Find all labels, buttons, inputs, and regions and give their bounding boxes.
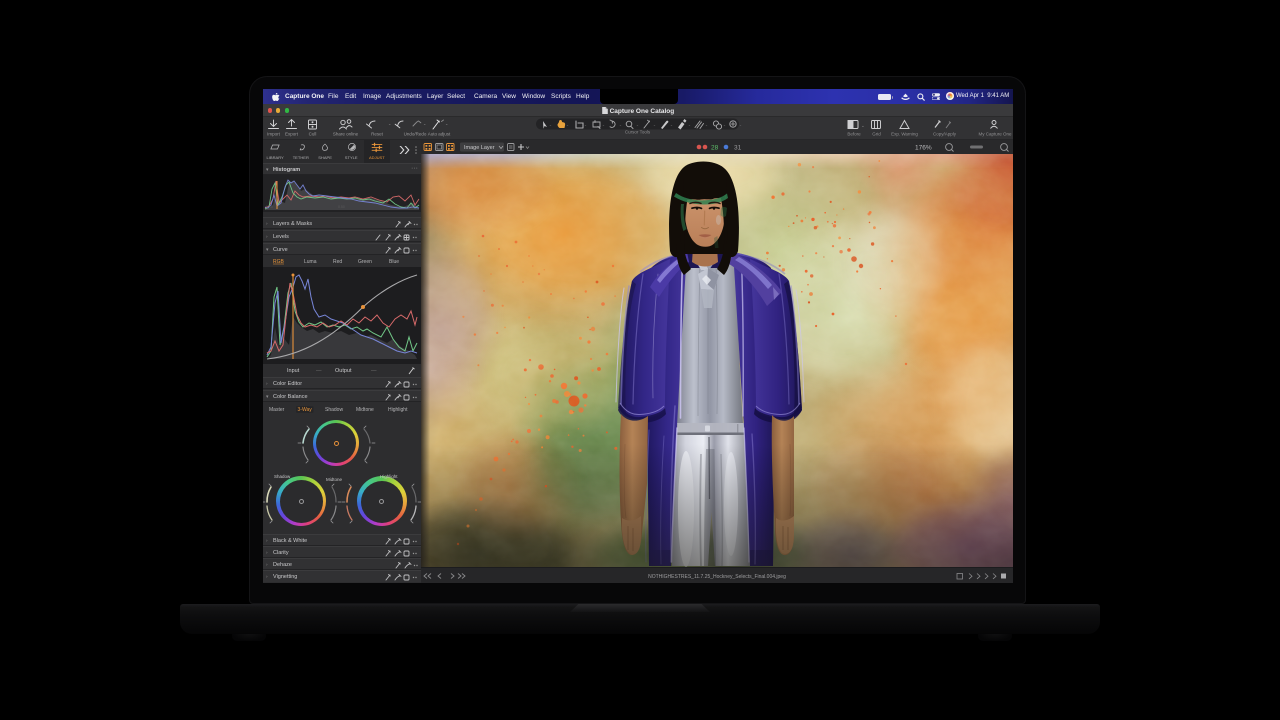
svg-text:Undo/Redo: Undo/Redo — [404, 132, 427, 137]
svg-text:Shadow: Shadow — [274, 474, 291, 479]
svg-text:⌄: ⌄ — [602, 123, 605, 127]
svg-text:Exp. Warning: Exp. Warning — [891, 132, 918, 137]
svg-text:ADJUST: ADJUST — [369, 155, 385, 160]
svg-text:⌄: ⌄ — [670, 123, 673, 127]
svg-text:⌄: ⌄ — [445, 121, 448, 126]
svg-text:Midtone: Midtone — [326, 477, 343, 482]
svg-text:⌄: ⌄ — [688, 123, 691, 127]
svg-text:⌄: ⌄ — [653, 123, 656, 127]
svg-text:31: 31 — [734, 145, 742, 152]
svg-text:Import: Import — [267, 132, 281, 137]
svg-text:0.50: 0.50 — [338, 205, 345, 209]
svg-text:⌄: ⌄ — [388, 121, 391, 126]
svg-text:Grid: Grid — [872, 132, 881, 137]
svg-text:1.0: 1.0 — [408, 205, 413, 209]
svg-text:⌄: ⌄ — [739, 123, 742, 127]
svg-text:⌄: ⌄ — [636, 123, 639, 127]
svg-text:SHAPE: SHAPE — [318, 155, 332, 160]
svg-text:⌄: ⌄ — [705, 123, 708, 127]
svg-text:⌄: ⌄ — [584, 123, 587, 127]
svg-text:LIBRARY: LIBRARY — [267, 155, 285, 160]
svg-text:Auto adjust: Auto adjust — [428, 132, 451, 137]
svg-text:Cull: Cull — [309, 132, 317, 137]
svg-text:28: 28 — [711, 145, 719, 152]
svg-text:NOTHIGHESTRES_11.7.25_Hockney_: NOTHIGHESTRES_11.7.25_Hockney_Selects_Fi… — [648, 574, 786, 580]
svg-text:Export: Export — [285, 132, 299, 137]
svg-text:Share online: Share online — [333, 132, 359, 137]
svg-text:⌄: ⌄ — [861, 123, 865, 128]
svg-text:Reset: Reset — [371, 132, 384, 137]
svg-text:Before: Before — [847, 132, 861, 137]
svg-text:TETHER: TETHER — [293, 155, 309, 160]
svg-text:0.00: 0.00 — [266, 205, 273, 209]
svg-text:STYLE: STYLE — [345, 155, 358, 160]
svg-text:Cursor Tools: Cursor Tools — [625, 130, 651, 135]
svg-text:⌄: ⌄ — [549, 123, 552, 127]
svg-text:⌄: ⌄ — [566, 123, 569, 127]
svg-text:My Capture One: My Capture One — [978, 132, 1012, 137]
svg-text:⌄: ⌄ — [423, 121, 426, 126]
svg-text:Image Layer: Image Layer — [464, 145, 495, 151]
svg-text:⌄: ⌄ — [723, 123, 726, 127]
svg-text:⌄: ⌄ — [619, 123, 622, 127]
svg-text:Highlight: Highlight — [380, 474, 398, 479]
svg-text:Copy/Apply: Copy/Apply — [933, 132, 957, 137]
svg-text:176%: 176% — [915, 145, 932, 152]
